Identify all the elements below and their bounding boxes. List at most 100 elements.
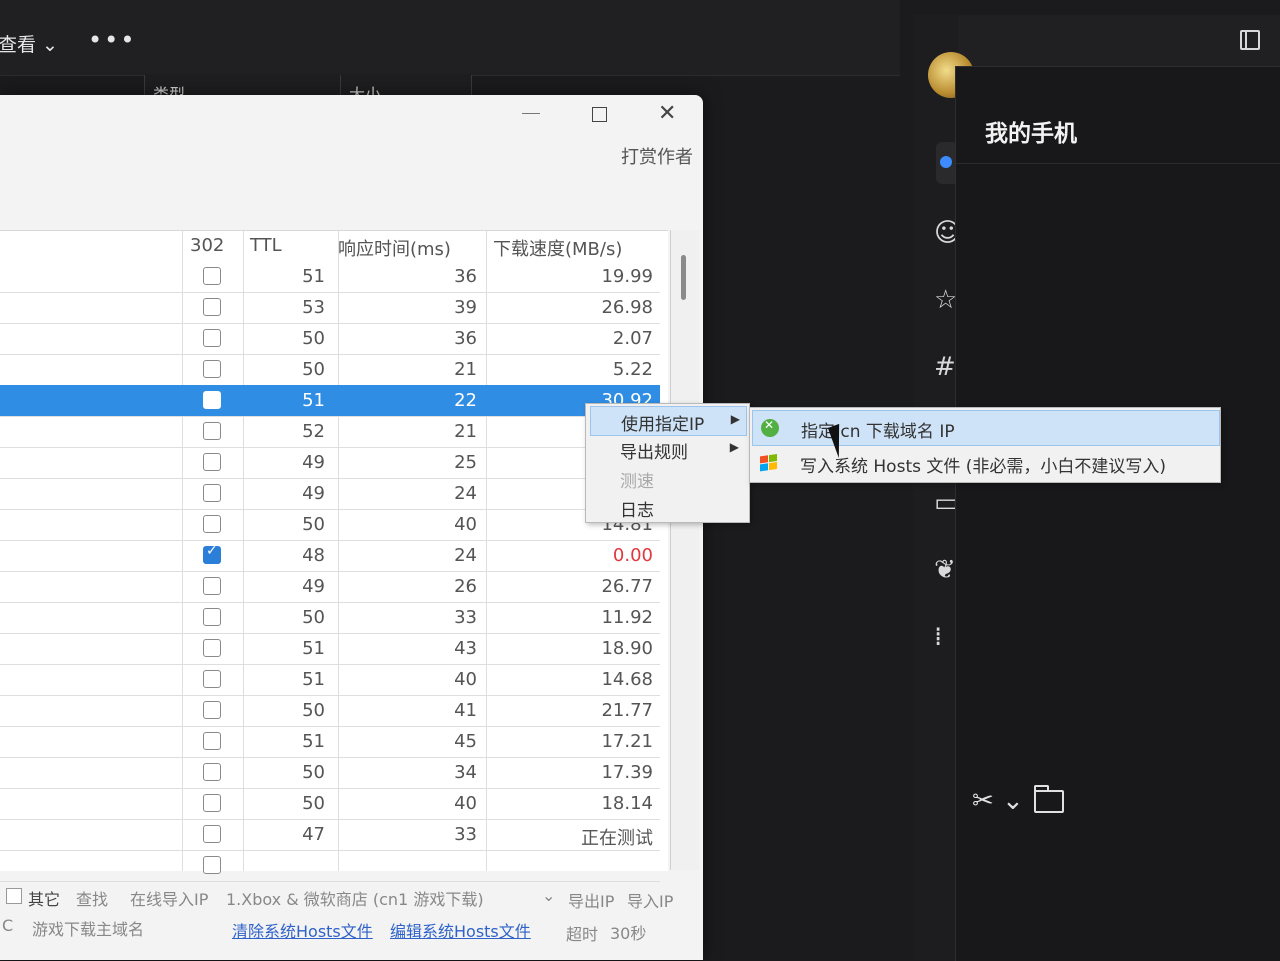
ttl-cell: 50 xyxy=(302,514,325,535)
explorer-toolbar: 查看 ⌄ ••• xyxy=(0,0,900,76)
row-302-checkbox[interactable] xyxy=(203,670,221,688)
table-row[interactable]: 51 45 17.21 xyxy=(0,726,660,758)
row-302-checkbox[interactable] xyxy=(203,422,221,440)
ttl-cell: 51 xyxy=(302,669,325,690)
response-time-cell: 36 xyxy=(454,266,477,287)
row-302-checkbox[interactable] xyxy=(203,329,221,347)
row-302-checkbox[interactable] xyxy=(203,732,221,750)
ip-results-table: 302 TTL 响应时间(ms) 下载速度(MB/s) 51 36 19.99 53 3… xyxy=(0,230,668,882)
column-header-response-time[interactable]: 响应时间(ms) xyxy=(338,235,451,261)
panel-toggle-icon[interactable] xyxy=(1240,30,1260,50)
response-time-cell: 45 xyxy=(454,731,477,752)
table-row[interactable]: 49 25 xyxy=(0,447,660,479)
table-scrollbar[interactable] xyxy=(670,230,699,870)
table-row[interactable]: 51 36 19.99 xyxy=(0,261,660,293)
apps-grid-icon[interactable]: ⁞ xyxy=(934,622,942,652)
row-302-checkbox[interactable] xyxy=(203,267,221,285)
tip-author-link[interactable]: 打赏作者 xyxy=(621,143,693,169)
menu-item-export-rules[interactable]: 导出规则 ▶ xyxy=(590,435,745,463)
game-select-dropdown[interactable]: 1.Xbox & 微软商店 (cn1 游戏下载) xyxy=(226,886,484,910)
menu-item-write-hosts[interactable]: 写入系统 Hosts 文件 (非必需，小白不建议写入) xyxy=(752,446,1218,480)
row-302-checkbox[interactable] xyxy=(203,484,221,502)
table-row[interactable]: 50 34 17.39 xyxy=(0,757,660,789)
response-time-cell: 21 xyxy=(454,421,477,442)
context-menu: 使用指定IP ▶ 导出规则 ▶ 测速 日志 xyxy=(585,403,750,523)
import-ip-button[interactable]: 导入IP xyxy=(627,888,673,912)
folder-icon[interactable] xyxy=(1034,785,1064,813)
table-row[interactable]: 51 40 14.68 xyxy=(0,664,660,696)
table-header: 302 TTL 响应时间(ms) 下载速度(MB/s) xyxy=(0,231,668,261)
table-row[interactable]: 51 43 18.90 xyxy=(0,633,660,665)
download-speed-cell: 11.92 xyxy=(601,607,653,628)
ttl-cell: 50 xyxy=(302,700,325,721)
row-302-checkbox[interactable] xyxy=(203,543,221,564)
table-row[interactable]: 49 26 26.77 xyxy=(0,571,660,603)
column-header-type[interactable]: 类型 xyxy=(145,75,340,104)
minimize-button[interactable] xyxy=(522,113,540,114)
row-302-checkbox[interactable] xyxy=(203,391,221,409)
table-row[interactable]: 53 39 26.98 xyxy=(0,292,660,324)
column-header-size[interactable]: 大小 xyxy=(341,75,471,104)
row-302-checkbox[interactable] xyxy=(203,298,221,316)
row-302-checkbox[interactable] xyxy=(203,608,221,626)
chevron-right-icon: ▶ xyxy=(729,440,739,454)
star-icon[interactable]: ☆ xyxy=(934,285,957,315)
row-302-checkbox[interactable] xyxy=(203,763,221,781)
row-302-checkbox[interactable] xyxy=(203,825,221,843)
table-row[interactable] xyxy=(0,850,660,882)
download-speed-cell: 14.68 xyxy=(601,669,653,690)
chevron-down-icon[interactable]: ⌄ xyxy=(542,886,555,905)
column-header-302[interactable]: 302 xyxy=(190,235,224,256)
ttl-cell: 49 xyxy=(302,452,325,473)
timeout-select[interactable]: 30秒 xyxy=(610,920,646,944)
clear-hosts-link[interactable]: 清除系统Hosts文件 xyxy=(232,918,373,942)
table-row[interactable]: 50 36 2.07 xyxy=(0,323,660,355)
table-row[interactable]: 51 22 30.92 xyxy=(0,385,660,417)
find-button[interactable]: 查找 xyxy=(76,886,108,910)
table-row[interactable]: 52 21 xyxy=(0,416,660,448)
row-302-checkbox[interactable] xyxy=(203,360,221,378)
other-checkbox[interactable] xyxy=(6,888,22,904)
more-options-button[interactable]: ••• xyxy=(88,26,136,54)
table-row[interactable]: 50 40 14.81 xyxy=(0,509,660,541)
table-row[interactable]: 47 33 正在测试 xyxy=(0,819,660,851)
maximize-button[interactable] xyxy=(592,107,607,122)
download-speed-cell: 26.77 xyxy=(601,576,653,597)
row-302-checkbox[interactable] xyxy=(203,856,221,874)
scrollbar-thumb[interactable] xyxy=(681,255,686,300)
ttl-cell: 50 xyxy=(302,762,325,783)
view-menu-button[interactable]: 查看 ⌄ xyxy=(0,30,58,57)
table-row[interactable]: 50 41 21.77 xyxy=(0,695,660,727)
row-302-checkbox[interactable] xyxy=(203,794,221,812)
footer-controls: 其它 查找 在线导入IP 1.Xbox & 微软商店 (cn1 游戏下载) ⌄ … xyxy=(0,880,703,960)
menu-item-use-specified-ip[interactable]: 使用指定IP ▶ xyxy=(590,406,747,436)
export-ip-button[interactable]: 导出IP xyxy=(568,888,614,912)
table-row[interactable]: 48 24 0.00 xyxy=(0,540,660,572)
scissors-icon[interactable]: ✂ ⌄ xyxy=(972,786,1024,816)
row-302-checkbox[interactable] xyxy=(203,701,221,719)
response-time-cell: 24 xyxy=(454,545,477,566)
menu-item-specify-cn-ip[interactable]: 指定 cn 下载域名 IP xyxy=(752,410,1220,446)
table-row[interactable]: 50 40 18.14 xyxy=(0,788,660,820)
response-time-cell: 33 xyxy=(454,824,477,845)
row-302-checkbox[interactable] xyxy=(203,515,221,533)
edit-hosts-link[interactable]: 编辑系统Hosts文件 xyxy=(390,918,531,942)
ttl-cell: 51 xyxy=(302,390,325,411)
table-row[interactable]: 50 21 5.22 xyxy=(0,354,660,386)
table-row[interactable]: 50 33 11.92 xyxy=(0,602,660,634)
close-button[interactable]: ✕ xyxy=(658,101,676,126)
ttl-cell: 51 xyxy=(302,266,325,287)
download-speed-cell: 0.00 xyxy=(612,545,653,566)
row-302-checkbox[interactable] xyxy=(203,577,221,595)
column-header-download-speed[interactable]: 下载速度(MB/s) xyxy=(493,235,622,261)
hashtag-icon[interactable]: # xyxy=(934,352,956,382)
menu-item-log[interactable]: 日志 xyxy=(590,493,745,521)
row-302-checkbox[interactable] xyxy=(203,639,221,657)
status-dot-icon xyxy=(940,156,952,168)
column-header-ttl[interactable]: TTL xyxy=(250,235,282,256)
download-speed-cell: 2.07 xyxy=(612,328,653,349)
table-row[interactable]: 49 24 xyxy=(0,478,660,510)
online-import-ip-button[interactable]: 在线导入IP xyxy=(130,886,208,910)
fruit-icon[interactable]: ❦ xyxy=(934,555,956,585)
row-302-checkbox[interactable] xyxy=(203,453,221,471)
